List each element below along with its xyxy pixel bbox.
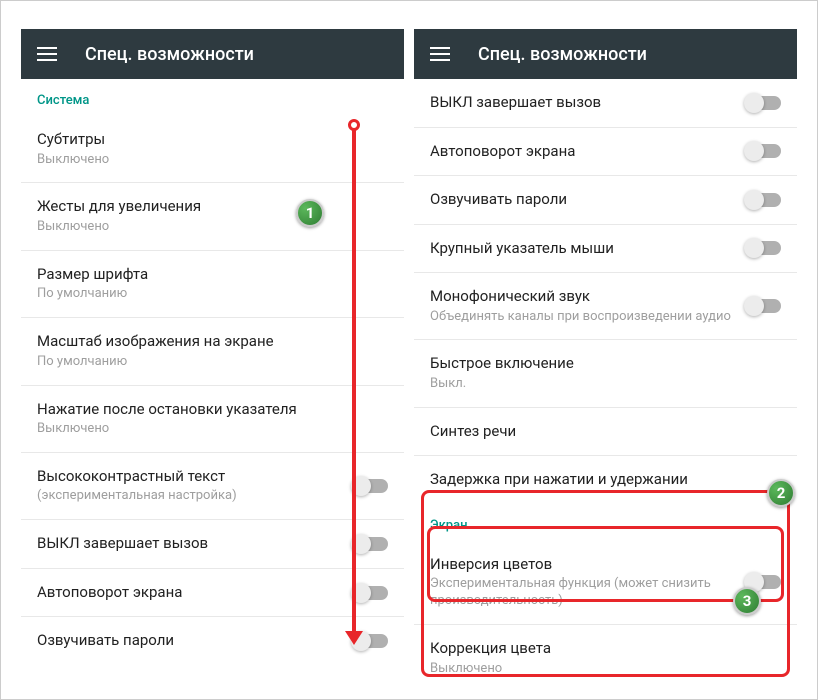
settings-item[interactable]: Жесты для увеличения Выключено [21, 183, 404, 250]
arrow-line [352, 129, 356, 633]
hamburger-icon[interactable] [37, 47, 57, 61]
settings-item[interactable]: Нажатие после остановки указателяВыключе… [21, 386, 404, 453]
item-title: Автоповорот экрана [37, 583, 346, 603]
item-subtitle: Экспериментальная функция (может снизить… [430, 576, 739, 610]
badge-3: 3 [733, 587, 761, 615]
item-subtitle: Выключено [37, 152, 388, 169]
appbar: Спец. возможности [414, 29, 797, 79]
item-title: Масштаб изображения на экране [37, 332, 388, 352]
settings-item[interactable]: Быстрое включение Выкл. [414, 340, 797, 407]
item-title: Нажатие после остановки указателя [37, 400, 388, 420]
item-title: Размер шрифта [37, 265, 388, 285]
item-title: ВЫКЛ завершает вызов [37, 534, 346, 554]
item-title: Автоповорот экрана [430, 142, 739, 162]
item-subtitle: Выкл. [430, 376, 781, 393]
settings-item[interactable]: Монофонический звук Объединять каналы при… [414, 273, 797, 340]
arrow-down-icon [345, 631, 363, 645]
appbar: Спец. возможности [21, 29, 404, 79]
settings-item[interactable]: Синтез речи [414, 408, 797, 457]
settings-list-left[interactable]: Система СубтитрыВыключеноЖесты для увели… [21, 79, 404, 677]
item-subtitle: По умолчанию [37, 354, 388, 371]
appbar-title: Спец. возможности [478, 44, 647, 65]
item-title: Высококонтрастный текст [37, 467, 346, 487]
settings-item[interactable]: ВЫКЛ завершает вызов [21, 520, 404, 569]
item-title: Синтез речи [430, 422, 781, 442]
item-title: Инверсия цветов [430, 555, 739, 575]
toggle-switch[interactable] [354, 537, 388, 551]
item-subtitle: (экспериментальная настройка) [37, 488, 346, 505]
toggle-switch[interactable] [354, 479, 388, 493]
hamburger-icon[interactable] [430, 47, 450, 61]
toggle-switch[interactable] [747, 241, 781, 255]
item-title: Коррекция цвета [430, 639, 781, 659]
toggle-switch[interactable] [354, 586, 388, 600]
settings-item[interactable]: Крупный указатель мыши [414, 225, 797, 274]
settings-item[interactable]: Высококонтрастный текст(экспериментальна… [21, 453, 404, 520]
item-subtitle: Выключено [37, 219, 388, 236]
toggle-switch[interactable] [747, 193, 781, 207]
item-title: Быстрое включение [430, 354, 781, 374]
settings-item[interactable]: Задержка при нажатии и удержании [414, 456, 797, 504]
item-title: Монофонический звук [430, 287, 739, 307]
appbar-title: Спец. возможности [85, 44, 254, 65]
phone-right: Спец. возможности ВЫКЛ завершает вызов Ав… [414, 29, 797, 677]
settings-item[interactable]: ВЫКЛ завершает вызов [414, 79, 797, 128]
settings-item[interactable]: Автоповорот экрана [21, 569, 404, 618]
item-subtitle: Выключено [37, 421, 388, 438]
toggle-switch[interactable] [747, 144, 781, 158]
settings-item[interactable]: Масштаб изображения на экране По умолчани… [21, 318, 404, 385]
item-title: Крупный указатель мыши [430, 239, 739, 259]
item-subtitle: Объединять каналы при воспроизведении ау… [430, 309, 739, 326]
item-title: Задержка при нажатии и удержании [430, 470, 781, 490]
settings-item[interactable]: Автоповорот экрана [414, 128, 797, 177]
settings-item[interactable]: Озвучивать пароли [414, 176, 797, 225]
item-title: Озвучивать пароли [430, 190, 739, 210]
toggle-switch[interactable] [747, 299, 781, 313]
phone-left: Спец. возможности Система Субтитры Выключ… [21, 29, 404, 677]
toggle-switch[interactable] [747, 96, 781, 110]
item-subtitle: Выключено [430, 661, 781, 677]
settings-list-right[interactable]: ВЫКЛ завершает вызов Автоповорот экрана Оз… [414, 79, 797, 677]
item-subtitle: По умолчанию [37, 286, 388, 303]
section-header-screen: Экран [414, 504, 797, 541]
settings-item[interactable]: Размер шрифтаПо умолчанию [21, 251, 404, 318]
item-title: Субтитры [37, 130, 388, 150]
settings-item[interactable]: Коррекция цвета Выключено [414, 625, 797, 677]
settings-item[interactable]: Субтитры Выключено [21, 116, 404, 183]
item-title: Жесты для увеличения [37, 197, 388, 217]
badge-1: 1 [296, 199, 324, 227]
section-header-system: Система [21, 79, 404, 116]
item-title: Озвучивать пароли [37, 631, 346, 651]
badge-2: 2 [767, 479, 795, 507]
item-title: ВЫКЛ завершает вызов [430, 93, 739, 113]
